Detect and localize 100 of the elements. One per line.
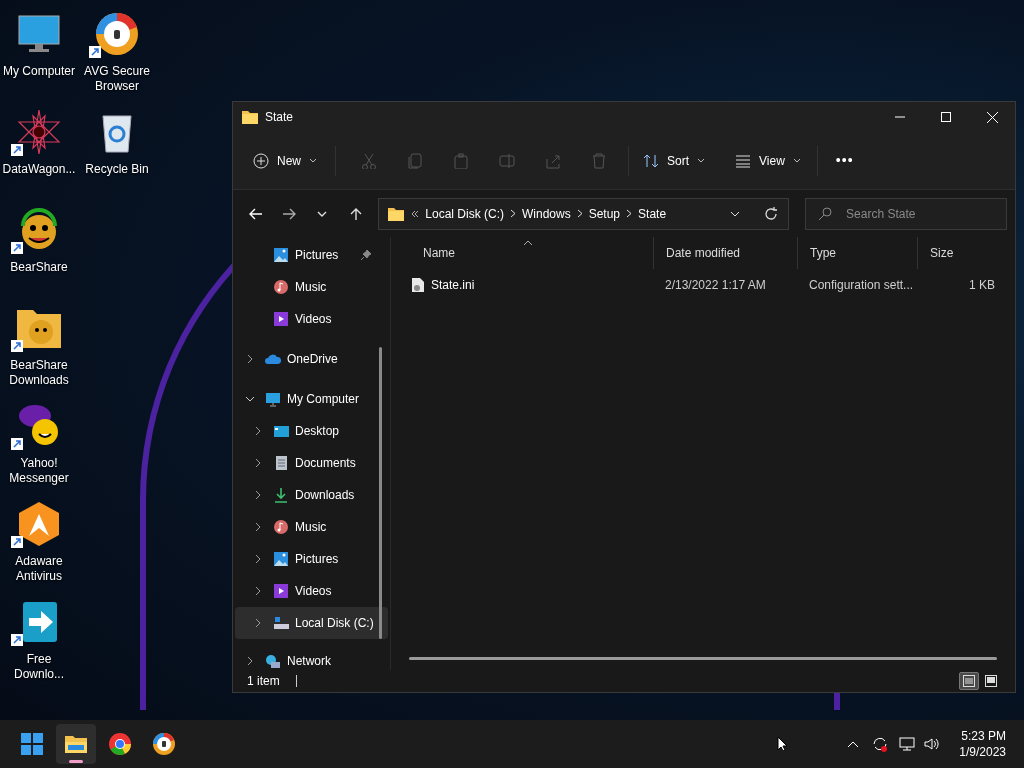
icon-label: BearShare <box>9 260 69 275</box>
nav-item[interactable]: My Computer <box>235 383 388 415</box>
nav-item[interactable]: Pictures <box>235 543 388 575</box>
breadcrumb-item[interactable]: Local Disk (C:) <box>425 204 504 223</box>
address-bar[interactable]: Local Disk (C:) Windows Setup State <box>378 197 790 230</box>
nav-item[interactable]: Desktop <box>235 415 388 447</box>
chevron-right-icon[interactable] <box>255 586 261 596</box>
nav-item[interactable]: Music <box>235 271 388 303</box>
chevron-right-icon[interactable] <box>255 490 261 500</box>
overflow-chevron-icon <box>411 209 420 218</box>
windows-logo-icon <box>20 732 44 756</box>
chevron-right-icon[interactable] <box>255 426 261 436</box>
chevron-right-icon[interactable] <box>255 618 261 628</box>
breadcrumb-item[interactable]: Setup <box>588 204 621 223</box>
nav-item[interactable]: Downloads <box>235 479 388 511</box>
copy-icon <box>407 152 423 169</box>
pictures-icon <box>273 247 289 263</box>
desktop-icon[interactable]: DataWagon... <box>0 104 78 202</box>
desktop-icon[interactable]: My Computer <box>0 6 78 104</box>
monitor-icon <box>265 391 281 407</box>
network-icon[interactable] <box>899 736 918 752</box>
documents-icon <box>273 455 289 471</box>
up-arrow-icon <box>348 206 363 221</box>
paste-icon <box>453 152 469 169</box>
nav-item[interactable]: Music <box>235 511 388 543</box>
file-type: Configuration sett... <box>809 278 914 292</box>
file-name[interactable]: State.ini <box>431 276 475 294</box>
folder-icon <box>241 108 259 126</box>
details-view-button[interactable] <box>959 672 979 690</box>
breadcrumb-item[interactable]: State <box>638 204 667 223</box>
star-pattern-icon <box>15 108 63 156</box>
desktop-icon[interactable]: BearShare Downloads <box>0 300 78 398</box>
maximize-icon <box>941 112 951 122</box>
shield-browser-icon <box>152 732 176 756</box>
search-icon <box>818 206 833 221</box>
mouse-pointer-icon <box>777 736 790 752</box>
chevron-right-icon <box>576 209 583 218</box>
chevron-right-icon[interactable] <box>255 554 261 564</box>
more-options-button[interactable]: ••• <box>825 150 864 171</box>
column-header[interactable]: Date modified <box>653 237 797 269</box>
nav-item[interactable]: Videos <box>235 575 388 607</box>
nav-item[interactable]: Local Disk (C:) <box>235 607 388 639</box>
preview-icon <box>985 675 997 687</box>
desktop-icon[interactable]: Yahoo! Messenger <box>0 398 78 496</box>
nav-item[interactable]: Documents <box>235 447 388 479</box>
caret-icon <box>792 158 801 163</box>
clock[interactable]: 5:23 PM 1/9/2023 <box>959 728 1006 760</box>
icon-label: Recycle Bin <box>84 162 150 177</box>
desktop-icon <box>273 423 289 439</box>
view-button[interactable]: View <box>727 144 809 177</box>
nav-item[interactable]: OneDrive <box>235 343 388 375</box>
list-icon <box>735 152 752 169</box>
desktop-icon[interactable]: AVG Secure Browser <box>78 6 156 104</box>
icon-label: My Computer <box>2 64 76 79</box>
chevron-up-icon[interactable] <box>847 740 860 748</box>
cut-icon <box>361 152 377 169</box>
chevron-right-icon[interactable] <box>247 354 253 364</box>
scrollbar-thumb[interactable] <box>379 347 382 639</box>
search-field[interactable]: Search State <box>805 197 1008 230</box>
column-header[interactable]: Name <box>411 237 653 269</box>
downloads-icon <box>273 487 289 503</box>
horizontal-scrollbar[interactable] <box>409 657 997 660</box>
chevron-right-icon[interactable] <box>255 458 261 468</box>
icon-label: Free Downlo... <box>13 652 65 682</box>
music-icon <box>273 279 289 295</box>
pictures-icon <box>273 551 289 567</box>
sort-button[interactable]: Sort <box>635 144 714 177</box>
nav-item[interactable]: Network <box>235 645 388 670</box>
sync-icon[interactable] <box>871 735 890 753</box>
desktop-icon[interactable]: Recycle Bin <box>78 104 156 202</box>
column-header[interactable]: Size <box>917 237 995 269</box>
chevron-right-icon <box>626 209 633 218</box>
icon-label: Yahoo! Messenger <box>8 456 70 486</box>
breadcrumb-item[interactable]: Windows <box>522 204 571 223</box>
close-icon <box>986 111 998 123</box>
icon-label: BearShare Downloads <box>8 358 70 388</box>
icon-label: AVG Secure Browser <box>83 64 151 94</box>
column-header[interactable]: Type <box>797 237 917 269</box>
desktop-icon[interactable]: Adaware Antivirus <box>0 496 78 594</box>
rename-icon <box>499 152 515 169</box>
chevron-right-icon[interactable] <box>255 522 261 532</box>
dropdown-caret-icon <box>730 210 741 217</box>
nav-item[interactable]: Videos <box>235 303 388 335</box>
videos-icon <box>273 311 289 327</box>
window-title: State <box>265 109 294 126</box>
sort-icon <box>643 152 659 169</box>
chevron-right-icon <box>510 209 516 218</box>
desktop-icon[interactable]: Free Downlo... <box>0 594 78 692</box>
chevron-down-icon[interactable] <box>245 396 255 402</box>
desktop-icon[interactable]: BearShare <box>0 202 78 300</box>
disk-icon <box>273 615 289 631</box>
new-button[interactable]: New <box>245 144 325 177</box>
volume-icon[interactable] <box>923 736 942 752</box>
delete-icon <box>591 152 607 169</box>
shield-browser-icon <box>93 10 141 58</box>
nav-item[interactable]: Pictures <box>235 239 388 271</box>
chevron-right-icon[interactable] <box>247 656 253 666</box>
refresh-icon[interactable] <box>764 206 779 221</box>
file-explorer-button[interactable] <box>56 724 96 764</box>
status-text: 1 item <box>247 673 280 690</box>
